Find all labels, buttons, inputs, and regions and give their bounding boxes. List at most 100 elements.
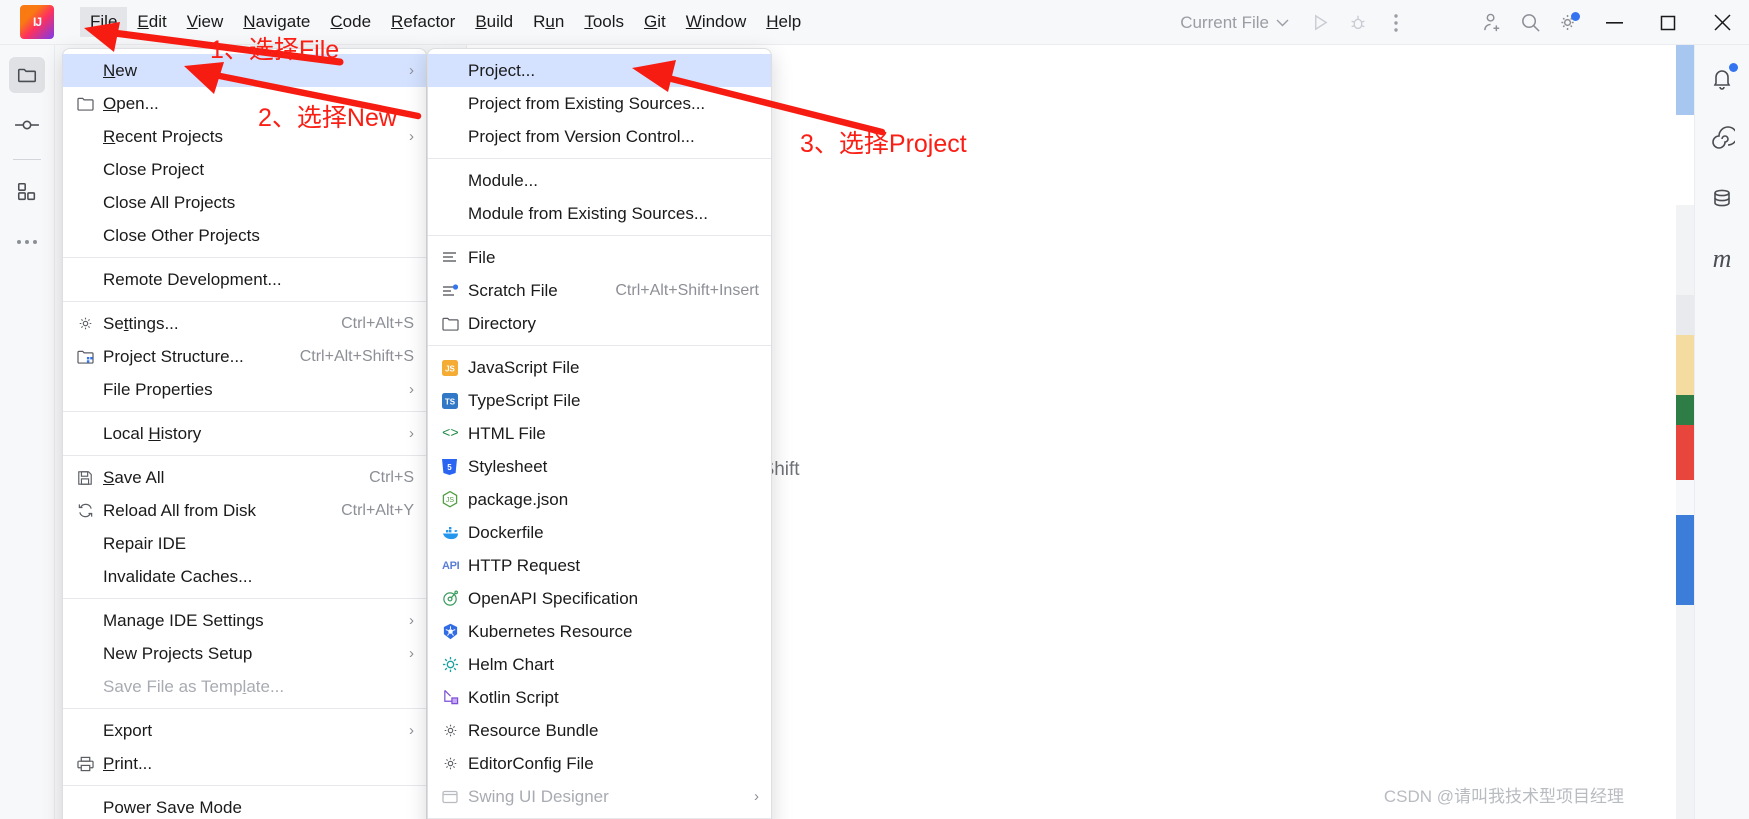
editor-minimap[interactable] [1676, 45, 1694, 819]
close-icon[interactable] [1695, 0, 1749, 45]
tool-strip-divider [13, 159, 41, 160]
menu-item-invalidate-caches[interactable]: Invalidate Caches... [63, 560, 426, 593]
editorconfig-icon [442, 755, 468, 772]
chevron-down-icon [1276, 19, 1289, 26]
javascript-icon: JS [442, 359, 468, 376]
menu-item-project-structure[interactable]: Project Structure... Ctrl+Alt+Shift+S [63, 340, 426, 373]
resource-bundle-icon [442, 722, 468, 739]
more-vertical-icon[interactable] [1377, 4, 1415, 42]
menu-item-label: Module from Existing Sources... [468, 203, 708, 223]
menu-item-label: Repair IDE [103, 533, 187, 553]
more-tool-windows-icon[interactable] [9, 224, 45, 260]
run-play-icon[interactable] [1301, 4, 1339, 42]
ai-assistant-icon[interactable] [1704, 121, 1740, 157]
menu-item-html-file[interactable]: <> HTML File [428, 417, 771, 450]
menu-item-file[interactable]: File [428, 241, 771, 274]
menu-item-openapi-specification[interactable]: OpenAPI Specification [428, 582, 771, 615]
menu-separator [63, 785, 426, 786]
commit-icon[interactable] [9, 107, 45, 143]
menu-item-close-project[interactable]: Close Project [63, 153, 426, 186]
menu-item-print[interactable]: Print... [63, 747, 426, 780]
print-icon [77, 756, 103, 772]
menu-item-module[interactable]: Module... [428, 164, 771, 197]
menu-item-resource-bundle[interactable]: Resource Bundle [428, 714, 771, 747]
menu-item-project[interactable]: Project... [428, 54, 771, 87]
project-structure-icon [77, 349, 103, 364]
menu-item-module-from-existing-sources[interactable]: Module from Existing Sources... [428, 197, 771, 230]
structure-icon[interactable] [9, 174, 45, 210]
minimap-chunk [1676, 295, 1694, 335]
settings-update-badge [1571, 11, 1580, 21]
menu-separator [428, 235, 771, 236]
gear-icon[interactable] [1549, 4, 1587, 42]
gear-icon [77, 315, 103, 332]
chevron-right-icon: › [409, 62, 414, 79]
menu-item-shortcut: Ctrl+Alt+Shift+S [299, 347, 414, 365]
minimap-chunk [1676, 395, 1694, 425]
menu-item-dockerfile[interactable]: Dockerfile [428, 516, 771, 549]
menubar-item-git[interactable]: Git [634, 7, 676, 37]
menu-item-label: Reload All from Disk [103, 500, 257, 520]
minimap-chunk [1676, 205, 1694, 255]
menu-item-reload-all-from-disk[interactable]: Reload All from Disk Ctrl+Alt+Y [63, 494, 426, 527]
database-icon[interactable] [1704, 181, 1740, 217]
menu-item-project-from-existing-sources[interactable]: Project from Existing Sources... [428, 87, 771, 120]
menu-item-typescript-file[interactable]: TS TypeScript File [428, 384, 771, 417]
menu-item-stylesheet[interactable]: 5 Stylesheet [428, 450, 771, 483]
swing-ui-icon [442, 790, 468, 804]
menu-item-http-request[interactable]: API HTTP Request [428, 549, 771, 582]
nodejs-icon: JS [442, 491, 468, 508]
menu-item-export[interactable]: Export › [63, 714, 426, 747]
menu-separator [63, 411, 426, 412]
css-icon: 5 [442, 458, 468, 475]
menu-item-helm-chart[interactable]: Helm Chart [428, 648, 771, 681]
menu-item-project-from-version-control[interactable]: Project from Version Control... [428, 120, 771, 153]
menu-item-label: Manage IDE Settings [103, 610, 264, 630]
menu-item-directory[interactable]: Directory [428, 307, 771, 340]
minimap-chunk [1676, 115, 1694, 205]
add-account-icon[interactable] [1473, 4, 1511, 42]
menu-item-editorconfig-file[interactable]: EditorConfig File [428, 747, 771, 780]
menu-separator [428, 158, 771, 159]
maximize-icon[interactable] [1641, 0, 1695, 45]
menu-item-power-save-mode[interactable]: Power Save Mode [63, 791, 426, 819]
menubar-item-refactor[interactable]: Refactor [381, 7, 465, 37]
run-configuration-selector[interactable]: Current File [1174, 13, 1295, 33]
maven-icon[interactable]: m [1704, 241, 1740, 277]
menu-item-new-projects-setup[interactable]: New Projects Setup › [63, 637, 426, 670]
menu-item-kubernetes-resource[interactable]: Kubernetes Resource [428, 615, 771, 648]
menu-item-close-all-projects[interactable]: Close All Projects [63, 186, 426, 219]
menu-item-save-all[interactable]: Save All Ctrl+S [63, 461, 426, 494]
menu-item-local-history[interactable]: Local History › [63, 417, 426, 450]
new-submenu-popup: Project... Project from Existing Sources… [427, 48, 772, 819]
menubar-item-file[interactable]: File [80, 7, 128, 37]
menu-item-settings[interactable]: Settings... Ctrl+Alt+S [63, 307, 426, 340]
menu-item-scratch-file[interactable]: Scratch File Ctrl+Alt+Shift+Insert [428, 274, 771, 307]
menu-item-remote-development[interactable]: Remote Development... [63, 263, 426, 296]
minimize-icon[interactable] [1587, 0, 1641, 45]
menu-item-label: Helm Chart [468, 654, 554, 674]
menu-item-manage-ide-settings[interactable]: Manage IDE Settings › [63, 604, 426, 637]
menubar-item-build[interactable]: Build [465, 7, 523, 37]
menu-item-file-properties[interactable]: File Properties › [63, 373, 426, 406]
menu-item-javascript-file[interactable]: JS JavaScript File [428, 351, 771, 384]
menu-item-label: Invalidate Caches... [103, 566, 253, 586]
debug-bug-icon[interactable] [1339, 4, 1377, 42]
menu-item-close-other-projects[interactable]: Close Other Projects [63, 219, 426, 252]
menu-item-label: Project Structure... [103, 346, 244, 366]
menubar-item-edit[interactable]: Edit [127, 7, 176, 37]
kotlin-icon [442, 689, 468, 706]
menubar-item-tools[interactable]: Tools [574, 7, 634, 37]
menu-item-package-json[interactable]: JS package.json [428, 483, 771, 516]
search-icon[interactable] [1511, 4, 1549, 42]
menu-item-shortcut: Ctrl+Alt+Y [341, 501, 414, 519]
project-folder-icon[interactable] [9, 57, 45, 93]
menubar-item-run[interactable]: Run [523, 7, 574, 37]
menu-item-label: Project from Existing Sources... [468, 93, 706, 113]
menu-item-kotlin-script[interactable]: Kotlin Script [428, 681, 771, 714]
menu-item-repair-ide[interactable]: Repair IDE [63, 527, 426, 560]
menubar-item-help[interactable]: Help [756, 7, 811, 37]
menubar-item-window[interactable]: Window [676, 7, 756, 37]
menu-item-label: Project from Version Control... [468, 126, 695, 146]
notifications-bell-icon[interactable] [1704, 61, 1740, 97]
